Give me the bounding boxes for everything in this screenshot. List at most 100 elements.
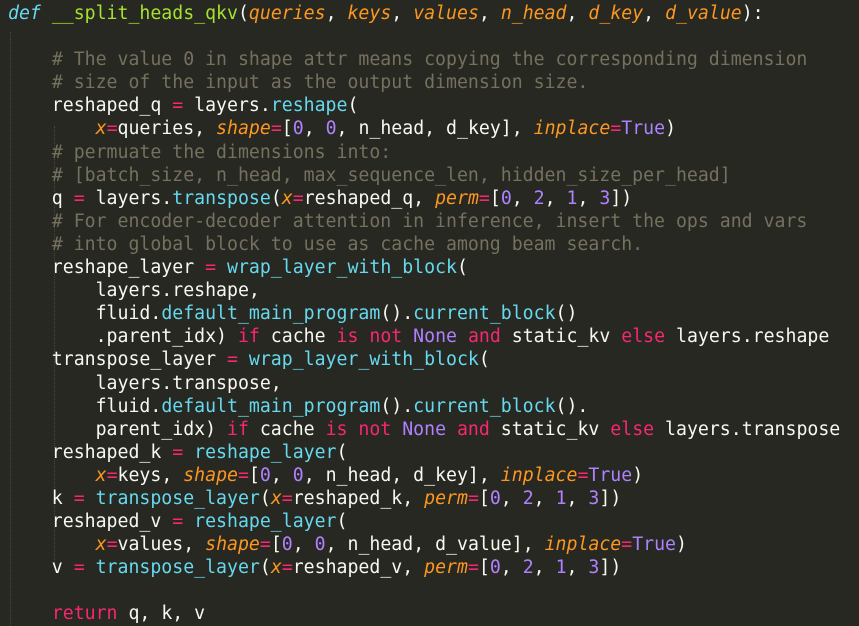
code-text: , xyxy=(577,187,600,209)
code-text: cache xyxy=(259,326,337,348)
code-text: ( xyxy=(259,487,271,509)
number-literal: 0 xyxy=(314,534,326,556)
code-line[interactable]: reshape_layer = wrap_layer_with_block( xyxy=(8,256,840,279)
number-literal: 0 xyxy=(259,464,271,486)
code-line[interactable]: # size of the input as the output dimens… xyxy=(8,71,840,94)
code-line[interactable]: .parent_idx) if cache is not None and st… xyxy=(8,325,840,348)
code-line[interactable]: parent_idx) if cache is not None and sta… xyxy=(8,418,841,441)
code-line[interactable]: # permuate the dimensions into: xyxy=(8,141,840,164)
operator-token: = xyxy=(478,187,490,209)
operator-token: = xyxy=(106,464,118,486)
code-text: k xyxy=(8,487,74,509)
code-line[interactable]: v = transpose_layer(x=reshaped_v, perm=[… xyxy=(8,556,840,579)
operator-token: = xyxy=(577,464,589,486)
code-text: layers. xyxy=(84,187,173,209)
code-line[interactable]: return q, k, v xyxy=(8,602,840,625)
code-line[interactable]: transpose_layer = wrap_layer_with_block( xyxy=(8,348,840,371)
keyword-argument: x xyxy=(95,118,107,140)
code-text: layers.transpose xyxy=(654,418,841,440)
keyword-argument: perm xyxy=(435,187,479,209)
keyword-argument: shape xyxy=(216,118,271,140)
code-line[interactable]: # [batch_size, n_head, max_sequence_len,… xyxy=(8,164,840,187)
call-name: transpose xyxy=(172,187,271,209)
code-line[interactable]: reshaped_v = reshape_layer( xyxy=(8,510,840,533)
code-line[interactable]: # The value 0 in shape attr means copyin… xyxy=(8,48,840,71)
code-line[interactable]: # For encoder-decoder attention in infer… xyxy=(8,210,840,233)
keyword-token: is not xyxy=(325,418,392,440)
code-line[interactable]: fluid.default_main_program().current_blo… xyxy=(8,395,840,418)
code-text: ( xyxy=(237,3,249,24)
keyword-token: return xyxy=(51,603,118,625)
code-line[interactable]: fluid.default_main_program().current_blo… xyxy=(8,302,840,325)
operator-token: = xyxy=(259,534,271,556)
code-line[interactable]: reshaped_q = layers.reshape( xyxy=(8,94,840,117)
code-line[interactable]: reshaped_k = reshape_layer( xyxy=(8,441,840,464)
code-line[interactable] xyxy=(8,25,840,48)
code-line[interactable]: # into global block to use as cache amon… xyxy=(8,233,840,256)
code-text: [ xyxy=(478,487,490,509)
call-name: reshape_layer xyxy=(194,441,337,463)
number-literal: 0 xyxy=(281,534,293,556)
code-line[interactable]: x=values, shape=[0, 0, n_head, d_value],… xyxy=(8,533,840,556)
parameter-name: queries xyxy=(248,3,326,24)
code-text: , xyxy=(511,187,534,209)
operator-token: = xyxy=(172,511,184,533)
code-text: values, xyxy=(117,534,206,556)
number-literal: 0 xyxy=(489,487,501,509)
call-name: reshape xyxy=(270,95,348,117)
code-editor[interactable]: def __split_heads_qkv(queries, keys, val… xyxy=(0,0,859,626)
keyword-token: if xyxy=(227,418,249,440)
code-text: reshaped_k xyxy=(8,441,173,463)
operator-token: = xyxy=(270,118,282,140)
code-line[interactable]: def __split_heads_qkv(queries, keys, val… xyxy=(8,2,840,25)
keyword-token: is not xyxy=(336,326,403,348)
keyword-argument: x xyxy=(281,187,293,209)
number-literal: 2 xyxy=(533,187,545,209)
code-text: ]) xyxy=(599,557,622,579)
code-line[interactable]: q = layers.transpose(x=reshaped_q, perm=… xyxy=(8,187,840,210)
code-block[interactable]: def __split_heads_qkv(queries, keys, val… xyxy=(8,2,840,626)
number-literal: 2 xyxy=(522,487,534,509)
code-text: reshape_layer xyxy=(8,257,206,279)
code-comment: # into global block to use as cache amon… xyxy=(51,233,644,255)
code-text: reshaped_v xyxy=(8,511,173,533)
code-text: , n_head, d_key], xyxy=(303,464,501,486)
code-comment: # permuate the dimensions into: xyxy=(51,141,392,163)
code-text: ( xyxy=(336,441,348,463)
code-text: ( xyxy=(478,349,490,371)
code-text: ( xyxy=(259,557,271,579)
code-line[interactable]: x=keys, shape=[0, 0, n_head, d_key], inp… xyxy=(8,464,840,487)
code-text: [ xyxy=(478,557,490,579)
code-line[interactable] xyxy=(8,579,840,602)
code-text: , xyxy=(566,3,589,24)
code-text: , xyxy=(500,557,523,579)
call-name: current_block xyxy=(413,303,556,325)
code-text: (). xyxy=(555,395,589,417)
code-line[interactable]: k = transpose_layer(x=reshaped_k, perm=[… xyxy=(8,487,840,510)
operator-token: = xyxy=(292,187,304,209)
number-literal: 0 xyxy=(500,187,512,209)
call-name: transpose_layer xyxy=(95,487,260,509)
code-text: reshaped_k, xyxy=(292,487,425,509)
code-line[interactable]: layers.reshape, xyxy=(8,279,840,302)
call-name: default_main_program xyxy=(161,395,381,417)
code-text: , xyxy=(391,3,414,24)
code-line[interactable]: x=queries, shape=[0, 0, n_head, d_key], … xyxy=(8,117,840,140)
code-comment: # size of the input as the output dimens… xyxy=(51,72,589,94)
code-line[interactable]: layers.transpose, xyxy=(8,372,840,395)
code-text: q, k, v xyxy=(117,603,206,625)
code-text: ) xyxy=(665,118,677,140)
keyword-token: if xyxy=(237,326,260,348)
code-text: ( xyxy=(336,511,348,533)
operator-token: = xyxy=(467,557,479,579)
code-text: ]) xyxy=(599,487,622,509)
keyword-argument: perm xyxy=(424,557,468,579)
operator-token: = xyxy=(281,557,293,579)
